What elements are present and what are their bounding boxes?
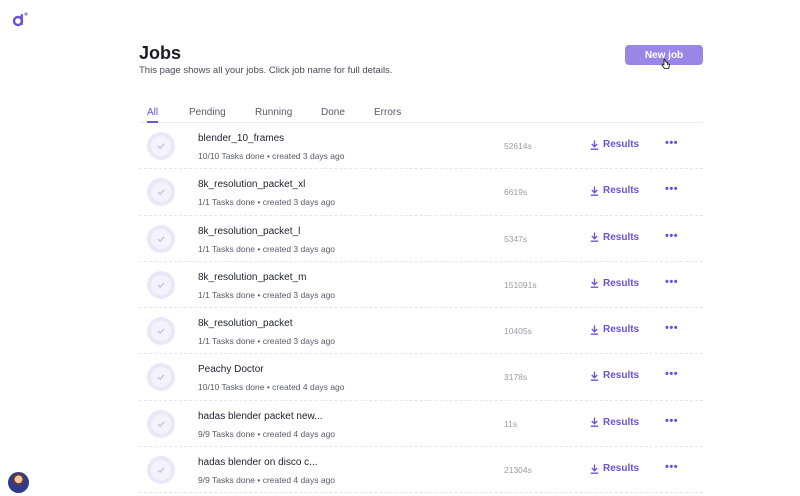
job-name-link[interactable]: 8k_resolution_packet_l: [198, 226, 300, 237]
results-label: Results: [603, 277, 640, 289]
job-meta: 1/1 Tasks done • created 3 days ago: [198, 336, 336, 347]
check-icon: [157, 143, 165, 150]
job-filter-tabs: All Pending Running Done Errors: [139, 107, 703, 123]
check-icon: [157, 467, 165, 474]
job-name-link[interactable]: blender_10_frames: [198, 133, 284, 144]
pointer-cursor-icon: [661, 58, 670, 69]
job-duration: 21304s: [504, 465, 532, 476]
job-status-badge: [147, 317, 175, 346]
download-icon: [590, 140, 599, 150]
download-icon: [590, 186, 599, 196]
more-options-icon[interactable]: •••: [665, 137, 678, 149]
job-name-link[interactable]: 8k_resolution_packet_xl: [198, 179, 305, 190]
page-subtitle: This page shows all your jobs. Click job…: [139, 65, 393, 76]
job-name-link[interactable]: 8k_resolution_packet_m: [198, 272, 306, 283]
job-row: hadas blender on disco c... 9/9 Tasks do…: [139, 447, 703, 494]
job-meta: 1/1 Tasks done • created 3 days ago: [198, 243, 336, 254]
check-icon: [157, 189, 165, 196]
more-options-icon[interactable]: •••: [665, 368, 678, 380]
results-download-button[interactable]: Results: [590, 463, 639, 474]
job-status-badge: [147, 132, 175, 160]
more-options-icon[interactable]: •••: [665, 230, 678, 242]
job-row: 8k_resolution_packet_m 1/1 Tasks done • …: [139, 262, 703, 309]
job-meta: 10/10 Tasks done • created 4 days ago: [198, 382, 345, 393]
job-row: 8k_resolution_packet 1/1 Tasks done • cr…: [139, 308, 703, 355]
download-icon: [590, 371, 599, 381]
job-name-link[interactable]: Peachy Doctor: [198, 364, 264, 375]
job-meta: 1/1 Tasks done • created 3 days ago: [198, 197, 336, 208]
results-label: Results: [603, 139, 640, 150]
job-meta: 10/10 Tasks done • created 3 days ago: [198, 151, 345, 161]
download-icon: [590, 325, 599, 335]
job-duration: 3178s: [504, 372, 528, 383]
user-avatar[interactable]: [8, 472, 29, 493]
job-meta: 9/9 Tasks done • created 4 days ago: [198, 475, 336, 486]
job-status-badge: [147, 409, 175, 438]
tab-running[interactable]: Running: [255, 107, 292, 123]
download-icon: [590, 464, 599, 474]
job-duration: 11s: [504, 418, 518, 429]
more-options-icon[interactable]: •••: [665, 276, 678, 288]
results-label: Results: [603, 185, 640, 197]
results-download-button[interactable]: Results: [590, 417, 639, 428]
results-label: Results: [603, 463, 640, 475]
results-download-button[interactable]: Results: [590, 324, 639, 335]
page-title: Jobs: [139, 43, 182, 63]
job-row: Peachy Doctor 10/10 Tasks done • created…: [139, 354, 703, 401]
more-options-icon[interactable]: •••: [665, 415, 678, 427]
results-label: Results: [603, 231, 640, 243]
check-icon: [157, 282, 165, 289]
job-status-badge: [147, 270, 175, 299]
more-options-icon[interactable]: •••: [665, 461, 678, 473]
job-duration: 5347s: [504, 233, 528, 244]
tab-done[interactable]: Done: [321, 107, 345, 123]
job-status-badge: [147, 178, 175, 207]
check-icon: [157, 235, 165, 242]
job-name-link[interactable]: hadas blender packet new...: [198, 411, 323, 422]
more-options-icon[interactable]: •••: [665, 183, 678, 195]
results-label: Results: [603, 416, 640, 428]
results-download-button[interactable]: Results: [590, 185, 639, 196]
job-status-badge: [147, 363, 175, 392]
check-icon: [157, 328, 165, 335]
tab-pending[interactable]: Pending: [189, 107, 226, 123]
job-duration: 10405s: [504, 326, 532, 337]
job-duration: 52614s: [504, 141, 532, 151]
job-row: 8k_resolution_packet_xl 1/1 Tasks done •…: [139, 169, 703, 216]
job-duration: 6619s: [504, 187, 528, 198]
tab-errors[interactable]: Errors: [374, 107, 401, 123]
job-name-link[interactable]: 8k_resolution_packet: [198, 318, 293, 329]
check-icon: [157, 421, 165, 427]
jobs-list: blender_10_frames 10/10 Tasks done • cre…: [139, 123, 703, 494]
download-icon: [590, 278, 599, 289]
download-icon: [590, 232, 599, 242]
job-meta: 1/1 Tasks done • created 3 days ago: [198, 289, 336, 300]
results-download-button[interactable]: Results: [590, 278, 639, 289]
tab-all[interactable]: All: [147, 107, 159, 123]
check-icon: [157, 374, 165, 381]
job-row: 8k_resolution_packet_l 1/1 Tasks done • …: [139, 216, 703, 262]
results-label: Results: [603, 324, 640, 336]
results-label: Results: [603, 370, 640, 382]
job-name-link[interactable]: hadas blender on disco c...: [198, 457, 318, 468]
job-row: blender_10_frames 10/10 Tasks done • cre…: [139, 123, 703, 170]
job-status-badge: [147, 224, 175, 253]
job-duration: 151091s: [504, 279, 537, 290]
download-icon: [590, 417, 599, 428]
job-meta: 9/9 Tasks done • created 4 days ago: [198, 428, 336, 439]
more-options-icon[interactable]: •••: [665, 322, 678, 334]
results-download-button[interactable]: Results: [590, 370, 639, 381]
job-row: hadas blender packet new... 9/9 Tasks do…: [139, 401, 703, 448]
results-download-button[interactable]: Results: [590, 232, 639, 243]
job-status-badge: [147, 456, 175, 485]
results-download-button[interactable]: Results: [590, 139, 639, 150]
app-logo-icon[interactable]: [12, 11, 28, 27]
